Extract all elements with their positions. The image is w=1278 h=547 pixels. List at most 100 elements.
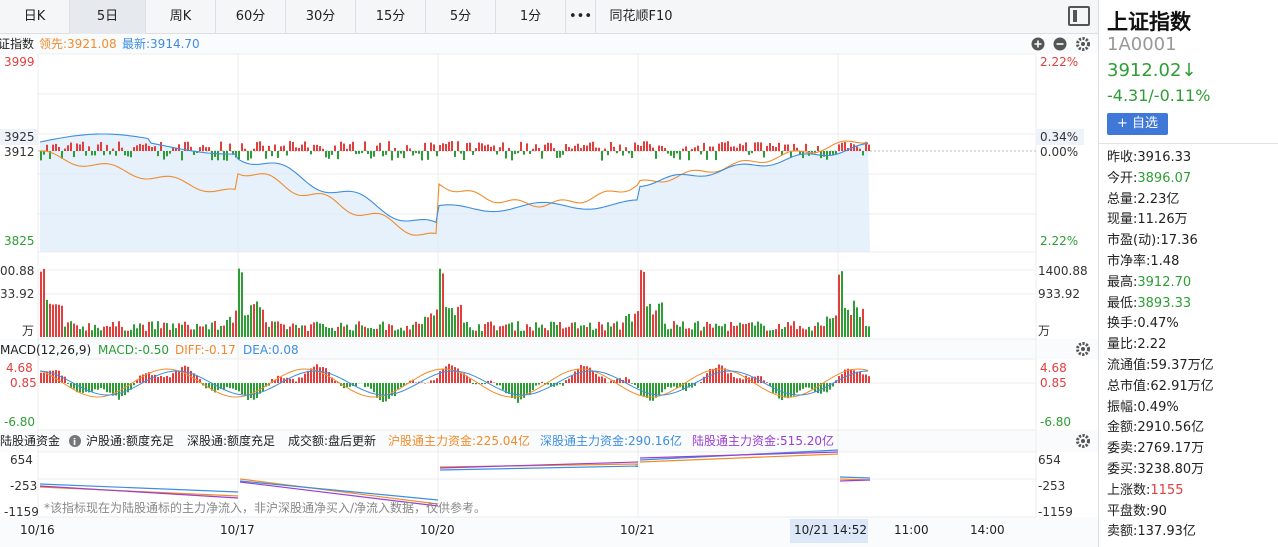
tab-30-min[interactable]: 30分 [286, 0, 356, 34]
stat-label: 流通值: [1107, 357, 1151, 373]
panel-divider [1099, 143, 1278, 144]
mini-volume-bar [562, 151, 564, 155]
mini-volume-bar [430, 142, 432, 151]
stat-label: 平盘数: [1107, 503, 1151, 519]
mini-volume-bar [346, 148, 348, 151]
mini-volume-bar [424, 142, 426, 151]
volume-bar [205, 324, 207, 337]
volume-bar [49, 303, 51, 337]
volume-bar [229, 316, 231, 337]
mini-volume-bar [643, 141, 645, 151]
tab-1-min[interactable]: 1分 [496, 0, 566, 34]
volume-bar [811, 330, 813, 337]
mini-volume-bar [295, 147, 297, 151]
volume-bar [808, 326, 810, 337]
mini-volume-bar [553, 148, 555, 151]
macd-bar [643, 383, 645, 396]
macd-bar [595, 373, 597, 383]
mini-volume-bar [151, 146, 153, 151]
mini-volume-bar [475, 148, 477, 151]
mini-volume-bar [220, 141, 222, 151]
volume-bar [85, 330, 87, 337]
mini-volume-bar [352, 141, 354, 151]
mini-volume-bar [568, 147, 570, 151]
volume-bar [547, 330, 549, 337]
mini-volume-bar [706, 151, 708, 160]
tab-day-k[interactable]: 日K [0, 0, 70, 34]
mini-volume-bar [394, 148, 396, 151]
volume-bar [604, 330, 606, 337]
volume-bar [481, 330, 483, 337]
volume-bar [58, 304, 60, 337]
macd-bar [235, 383, 237, 390]
volume-bar [220, 325, 222, 337]
x-time-1: 11:00 [894, 523, 929, 537]
add-watchlist-button[interactable]: + 自选 [1107, 113, 1169, 135]
tab-15-min[interactable]: 15分 [356, 0, 426, 34]
volume-bar [835, 315, 837, 337]
mini-volume-bar [262, 145, 264, 151]
tab-5-min[interactable]: 5分 [426, 0, 496, 34]
macd-bar [133, 383, 135, 386]
tab-f10[interactable]: 同花顺F10 [596, 0, 686, 34]
layout-toggle-icon[interactable] [1068, 6, 1090, 26]
macd-bar [520, 383, 522, 400]
macd-bar [574, 371, 576, 383]
more-tabs-button[interactable]: ••• [566, 0, 596, 34]
mini-volume-bar [736, 147, 738, 151]
zoom-out-icon[interactable] [1053, 37, 1067, 51]
mini-volume-bar [694, 147, 696, 151]
mini-volume-bar [550, 143, 552, 151]
macd-bar [511, 383, 513, 399]
macd-bar [493, 382, 495, 383]
mini-volume-bar [589, 142, 591, 151]
mini-volume-bar [328, 151, 330, 159]
mini-volume-bar [733, 146, 735, 151]
volume-bar [718, 325, 720, 337]
macd-bar [811, 383, 813, 390]
stat-label: 市盈(动): [1107, 233, 1161, 249]
volume-bar [202, 326, 204, 337]
volume-bar [622, 322, 624, 337]
volume-bar [637, 311, 639, 337]
mini-volume-bar [409, 148, 411, 151]
flow-y-mid-right: -253 [1038, 479, 1065, 493]
macd-bar [706, 373, 708, 383]
mini-volume-bar [583, 144, 585, 151]
volume-bar [664, 323, 666, 337]
volume-bar [211, 322, 213, 337]
zoom-in-icon[interactable] [1031, 37, 1045, 51]
volume-bar [763, 325, 765, 337]
volume-bar [223, 325, 225, 337]
vol-y-unit: 万 [22, 324, 34, 338]
volume-bar [814, 325, 816, 337]
mini-volume-bar [229, 143, 231, 151]
volume-bar [679, 326, 681, 337]
tab-week-k[interactable]: 周K [146, 0, 216, 34]
volume-bar [397, 329, 399, 337]
volume-bar [169, 329, 171, 337]
macd-bar [850, 369, 852, 383]
volume-bar [745, 323, 747, 337]
pct-y-bottom: 2.22% [1040, 234, 1078, 248]
macd-bar [562, 383, 564, 386]
volume-bar [379, 324, 381, 337]
volume-bar [415, 321, 417, 337]
macd-bar [91, 383, 93, 392]
mini-volume-bar [523, 151, 525, 155]
stat-label: 委卖: [1107, 441, 1138, 457]
pct-y-close: 0.00% [1040, 145, 1078, 159]
mini-volume-bar [118, 141, 120, 151]
tab-60-min[interactable]: 60分 [216, 0, 286, 34]
tab-5-day[interactable]: 5日 [70, 0, 146, 34]
volume-bar [91, 330, 93, 337]
mini-volume-bar [502, 142, 504, 151]
svg-text:i: i [73, 438, 76, 448]
volume-bar [82, 326, 84, 337]
mini-volume-bar [310, 151, 312, 155]
mini-volume-bar [82, 141, 84, 151]
volume-bar [448, 308, 450, 337]
macd-title: MACD(12,26,9) [0, 343, 91, 357]
volume-bar [427, 317, 429, 337]
volume-bar [508, 323, 510, 337]
